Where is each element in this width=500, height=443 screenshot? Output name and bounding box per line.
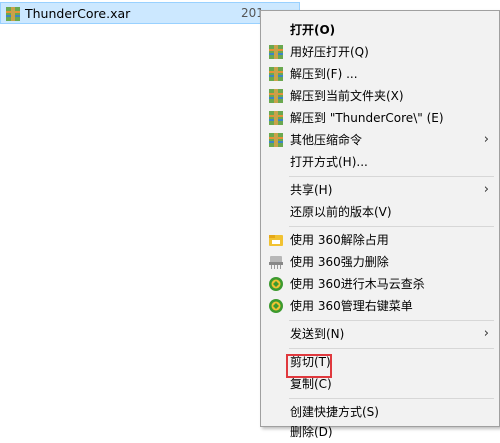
- menu-item-label: 发送到(N): [290, 327, 345, 341]
- menu-item-extract-here[interactable]: 解压到当前文件夹(X): [261, 85, 499, 107]
- menu-item-360-manage-menu[interactable]: 使用 360管理右键菜单: [261, 295, 499, 317]
- 360-shred-icon: [268, 254, 284, 270]
- menu-item-label: 打开(O): [290, 23, 336, 37]
- menu-separator: [289, 320, 494, 321]
- menu-item-create-shortcut[interactable]: 创建快捷方式(S): [261, 401, 499, 423]
- menu-item-label: 使用 360管理右键菜单: [290, 299, 413, 313]
- menu-item-label: 解压到当前文件夹(X): [290, 89, 404, 103]
- menu-item-label: 用好压打开(Q): [290, 45, 369, 59]
- menu-item-label: 使用 360强力删除: [290, 255, 389, 269]
- file-name: ThunderCore.xar: [25, 6, 131, 21]
- menu-item-open-with[interactable]: 打开方式(H)...: [261, 151, 499, 173]
- file-row-thundercore[interactable]: ThunderCore.xar 201: [0, 2, 300, 24]
- menu-item-label: 删除(D): [290, 425, 333, 439]
- menu-item-label: 使用 360进行木马云查杀: [290, 277, 425, 291]
- menu-item-restore[interactable]: 还原以前的版本(V): [261, 201, 499, 223]
- menu-item-label: 解压到(F) ...: [290, 67, 358, 81]
- 360-guard-icon: [268, 298, 284, 314]
- menu-item-label: 打开方式(H)...: [290, 155, 368, 169]
- haozip-archive-icon: [268, 132, 284, 148]
- menu-item-360-unlock[interactable]: 使用 360解除占用: [261, 229, 499, 251]
- menu-item-extract-to[interactable]: 解压到(F) ...: [261, 63, 499, 85]
- chevron-right-icon: ›: [483, 182, 489, 197]
- menu-item-delete[interactable]: 删除(D): [261, 421, 499, 443]
- menu-item-copy[interactable]: 复制(C): [261, 373, 499, 395]
- menu-item-label: 复制(C): [290, 377, 332, 391]
- menu-item-extract-named[interactable]: 解压到 "ThunderCore\" (E): [261, 107, 499, 129]
- menu-separator: [289, 176, 494, 177]
- menu-item-share[interactable]: 共享(H) ›: [261, 179, 499, 201]
- menu-item-other-compress[interactable]: 其他压缩命令 ›: [261, 129, 499, 151]
- 360-guard-icon: [268, 276, 284, 292]
- menu-item-open[interactable]: 打开(O): [261, 19, 499, 41]
- menu-item-label: 剪切(T): [290, 355, 331, 369]
- menu-separator: [289, 226, 494, 227]
- archive-file-icon: [5, 6, 21, 25]
- menu-item-label: 共享(H): [290, 183, 333, 197]
- haozip-archive-icon: [268, 44, 284, 60]
- menu-item-label: 创建快捷方式(S): [290, 405, 379, 419]
- menu-separator: [289, 348, 494, 349]
- haozip-archive-icon: [268, 110, 284, 126]
- context-menu: 打开(O) 用好压打开(Q) 解压到(F) ... 解压到当前文件夹(X) 解压…: [260, 10, 500, 439]
- haozip-archive-icon: [268, 66, 284, 82]
- chevron-right-icon: ›: [483, 326, 489, 341]
- 360-unlock-icon: [268, 232, 284, 248]
- menu-item-360-trojan-scan[interactable]: 使用 360进行木马云查杀: [261, 273, 499, 295]
- menu-item-360-force-delete[interactable]: 使用 360强力删除: [261, 251, 499, 273]
- menu-separator: [289, 398, 494, 399]
- menu-item-label: 解压到 "ThunderCore\" (E): [290, 111, 444, 125]
- menu-item-open-haozip[interactable]: 用好压打开(Q): [261, 41, 499, 63]
- menu-item-label: 使用 360解除占用: [290, 233, 389, 247]
- menu-item-label: 其他压缩命令: [290, 133, 363, 147]
- menu-item-send-to[interactable]: 发送到(N) ›: [261, 323, 499, 345]
- chevron-right-icon: ›: [483, 132, 489, 147]
- haozip-archive-icon: [268, 88, 284, 104]
- menu-item-label: 还原以前的版本(V): [290, 205, 392, 219]
- menu-item-cut[interactable]: 剪切(T): [261, 351, 499, 373]
